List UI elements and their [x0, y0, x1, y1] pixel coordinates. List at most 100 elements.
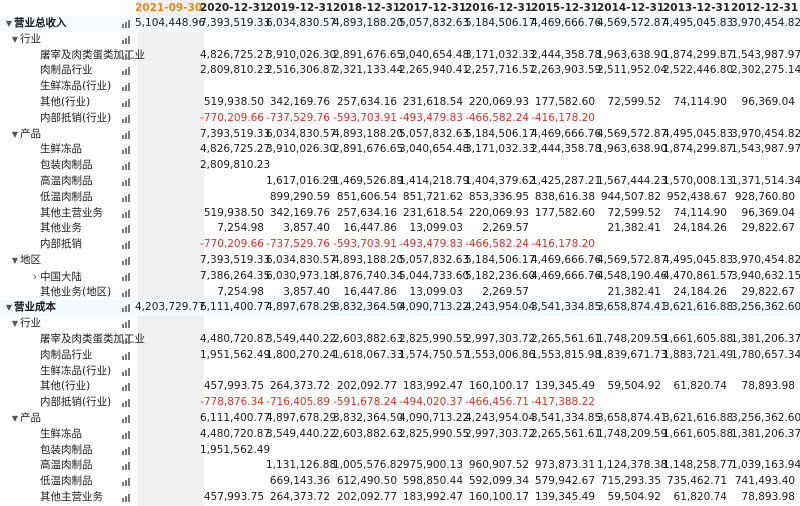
value-cell: -770,209.66 [200, 238, 264, 251]
value-cell: 2,265,561.61 [531, 332, 602, 345]
value-cell: 74,114.90 [673, 206, 727, 219]
value-cell: 4,826,725.27 [200, 143, 271, 156]
value-cell: 944,507.82 [600, 190, 661, 203]
period-header[interactable]: 2019-12-31 [266, 0, 333, 16]
value-cell: 183,992.47 [402, 380, 463, 393]
bar-chart-icon[interactable] [122, 478, 130, 487]
value-cell: 6,111,400.77 [200, 411, 271, 424]
bar-chart-icon[interactable] [122, 399, 130, 408]
table-row: 肉制品行业 2,809,810.23 2,516,306.87 2,321,133.4… [0, 63, 800, 79]
bar-chart-icon[interactable] [122, 462, 130, 471]
value-cell: 3,040,654.48 [399, 143, 470, 156]
bar-chart-icon[interactable] [122, 98, 130, 107]
collapse-caret-icon[interactable]: ▼ [10, 411, 20, 427]
bar-chart-icon[interactable] [122, 225, 130, 234]
value-cell: 6,030,973.18 [266, 269, 337, 282]
value-cell: 4,893,188.20 [333, 17, 404, 29]
value-cell: 2,444,358.78 [531, 143, 602, 156]
bar-chart-icon[interactable] [122, 67, 130, 76]
period-header[interactable]: 2016-12-31 [465, 0, 532, 16]
value-cell: 2,603,882.63 [333, 427, 404, 440]
bar-chart-icon[interactable] [122, 446, 130, 455]
collapse-caret-icon[interactable]: ▼ [10, 127, 20, 143]
bar-chart-icon[interactable] [122, 177, 130, 186]
value-cell: 3,857.40 [283, 222, 330, 235]
row-label: ▼ 行业 [0, 32, 130, 48]
value-cell: 5,057,832.63 [399, 253, 470, 266]
table-row: 其他(行业) 457,993.75 264,373.72 202,092.77 183,… [0, 379, 800, 395]
value-cell: 4,495,045.83 [663, 127, 734, 140]
value-cell: 4,090,713.22 [399, 301, 470, 314]
collapse-caret-icon[interactable]: ▼ [10, 32, 20, 48]
table-row: ▼ 行业 [0, 32, 800, 48]
bar-chart-icon[interactable] [122, 51, 130, 60]
period-header[interactable]: 2015-12-31 [531, 0, 598, 16]
bar-chart-icon[interactable] [122, 146, 130, 155]
value-cell: 1,131,126.88 [266, 459, 337, 472]
bar-chart-icon[interactable] [122, 493, 130, 502]
row-label-text: 行业 [20, 32, 41, 45]
bar-chart-icon[interactable] [122, 414, 130, 423]
bar-chart-icon[interactable] [122, 304, 130, 313]
value-cell: 7,386,264.35 [200, 269, 271, 282]
bar-chart-icon[interactable] [122, 383, 130, 392]
bar-chart-icon[interactable] [122, 351, 130, 360]
collapse-caret-icon[interactable]: ▼ [10, 316, 20, 332]
bar-chart-icon[interactable] [122, 114, 130, 123]
period-header[interactable]: 2013-12-31 [663, 0, 730, 16]
value-cell: 1,039,163.94 [731, 459, 800, 472]
value-cell: 1,148,258.77 [663, 459, 734, 472]
period-header[interactable]: 2018-12-31 [333, 0, 400, 16]
period-header[interactable]: 2021-09-30 [135, 0, 202, 16]
bar-chart-icon[interactable] [122, 209, 130, 218]
value-cell: -466,582.24 [465, 238, 529, 251]
collapse-caret-icon[interactable]: ▼ [4, 300, 14, 316]
value-cell: 3,832,364.50 [333, 301, 404, 314]
value-cell: 5,057,832.63 [399, 17, 470, 29]
bar-chart-icon[interactable] [122, 367, 130, 376]
period-header[interactable]: 2020-12-31 [200, 0, 267, 16]
expand-caret-icon[interactable]: › [30, 269, 40, 285]
value-cell: 13,099.03 [409, 222, 463, 235]
bar-chart-icon[interactable] [122, 193, 130, 202]
period-header[interactable]: 2017-12-31 [399, 0, 466, 16]
period-header[interactable]: 2014-12-31 [597, 0, 664, 16]
bar-chart-icon[interactable] [122, 241, 130, 250]
value-cell: -778,876.34 [200, 396, 264, 409]
collapse-caret-icon[interactable]: ▼ [10, 253, 20, 269]
bar-chart-icon[interactable] [122, 288, 130, 297]
value-cell: 960,907.52 [468, 459, 529, 472]
bar-chart-icon[interactable] [122, 335, 130, 344]
value-cell: 16,447.86 [343, 222, 397, 235]
value-cell: 1,951,562.49 [200, 348, 271, 361]
value-cell: 59,504.92 [607, 380, 661, 393]
bar-chart-icon[interactable] [122, 162, 130, 171]
table-row: 内部抵销 -770,209.66 -737,529.76 -593,703.91 -49… [0, 237, 800, 253]
value-cell: 1,963,638.90 [597, 48, 668, 61]
value-cell: 851,721.62 [402, 190, 463, 203]
value-cell: 2,891,676.65 [333, 143, 404, 156]
value-cell: 3,910,026.30 [266, 48, 337, 61]
value-cell: 1,618,067.33 [333, 348, 404, 361]
value-cell: 1,883,721.49 [663, 348, 734, 361]
value-cell: 160,100.17 [468, 490, 529, 503]
bar-chart-icon[interactable] [122, 320, 130, 329]
table-row: 包装肉制品 2,809,810.23 [0, 158, 800, 174]
collapse-caret-icon[interactable]: ▼ [4, 16, 14, 32]
bar-chart-icon[interactable] [122, 430, 130, 439]
bar-chart-icon[interactable] [122, 83, 130, 92]
value-cell: 1,748,209.59 [597, 332, 668, 345]
bar-chart-icon[interactable] [122, 256, 130, 265]
value-cell: 96,369.04 [741, 95, 795, 108]
period-header[interactable]: 2012-12-31 [731, 0, 798, 16]
bar-chart-icon[interactable] [122, 130, 130, 139]
value-cell: 735,462.71 [666, 475, 727, 488]
bar-chart-icon[interactable] [122, 35, 130, 44]
value-cell: 1,371,514.34 [731, 174, 800, 187]
bar-chart-icon[interactable] [122, 20, 130, 28]
bar-chart-icon[interactable] [122, 272, 130, 281]
value-cell: 1,800,270.24 [266, 348, 337, 361]
table-row: 生鲜冻品(行业) [0, 79, 800, 95]
value-cell: 5,184,506.17 [465, 17, 536, 29]
value-cell: 1,425,287.21 [531, 174, 602, 187]
